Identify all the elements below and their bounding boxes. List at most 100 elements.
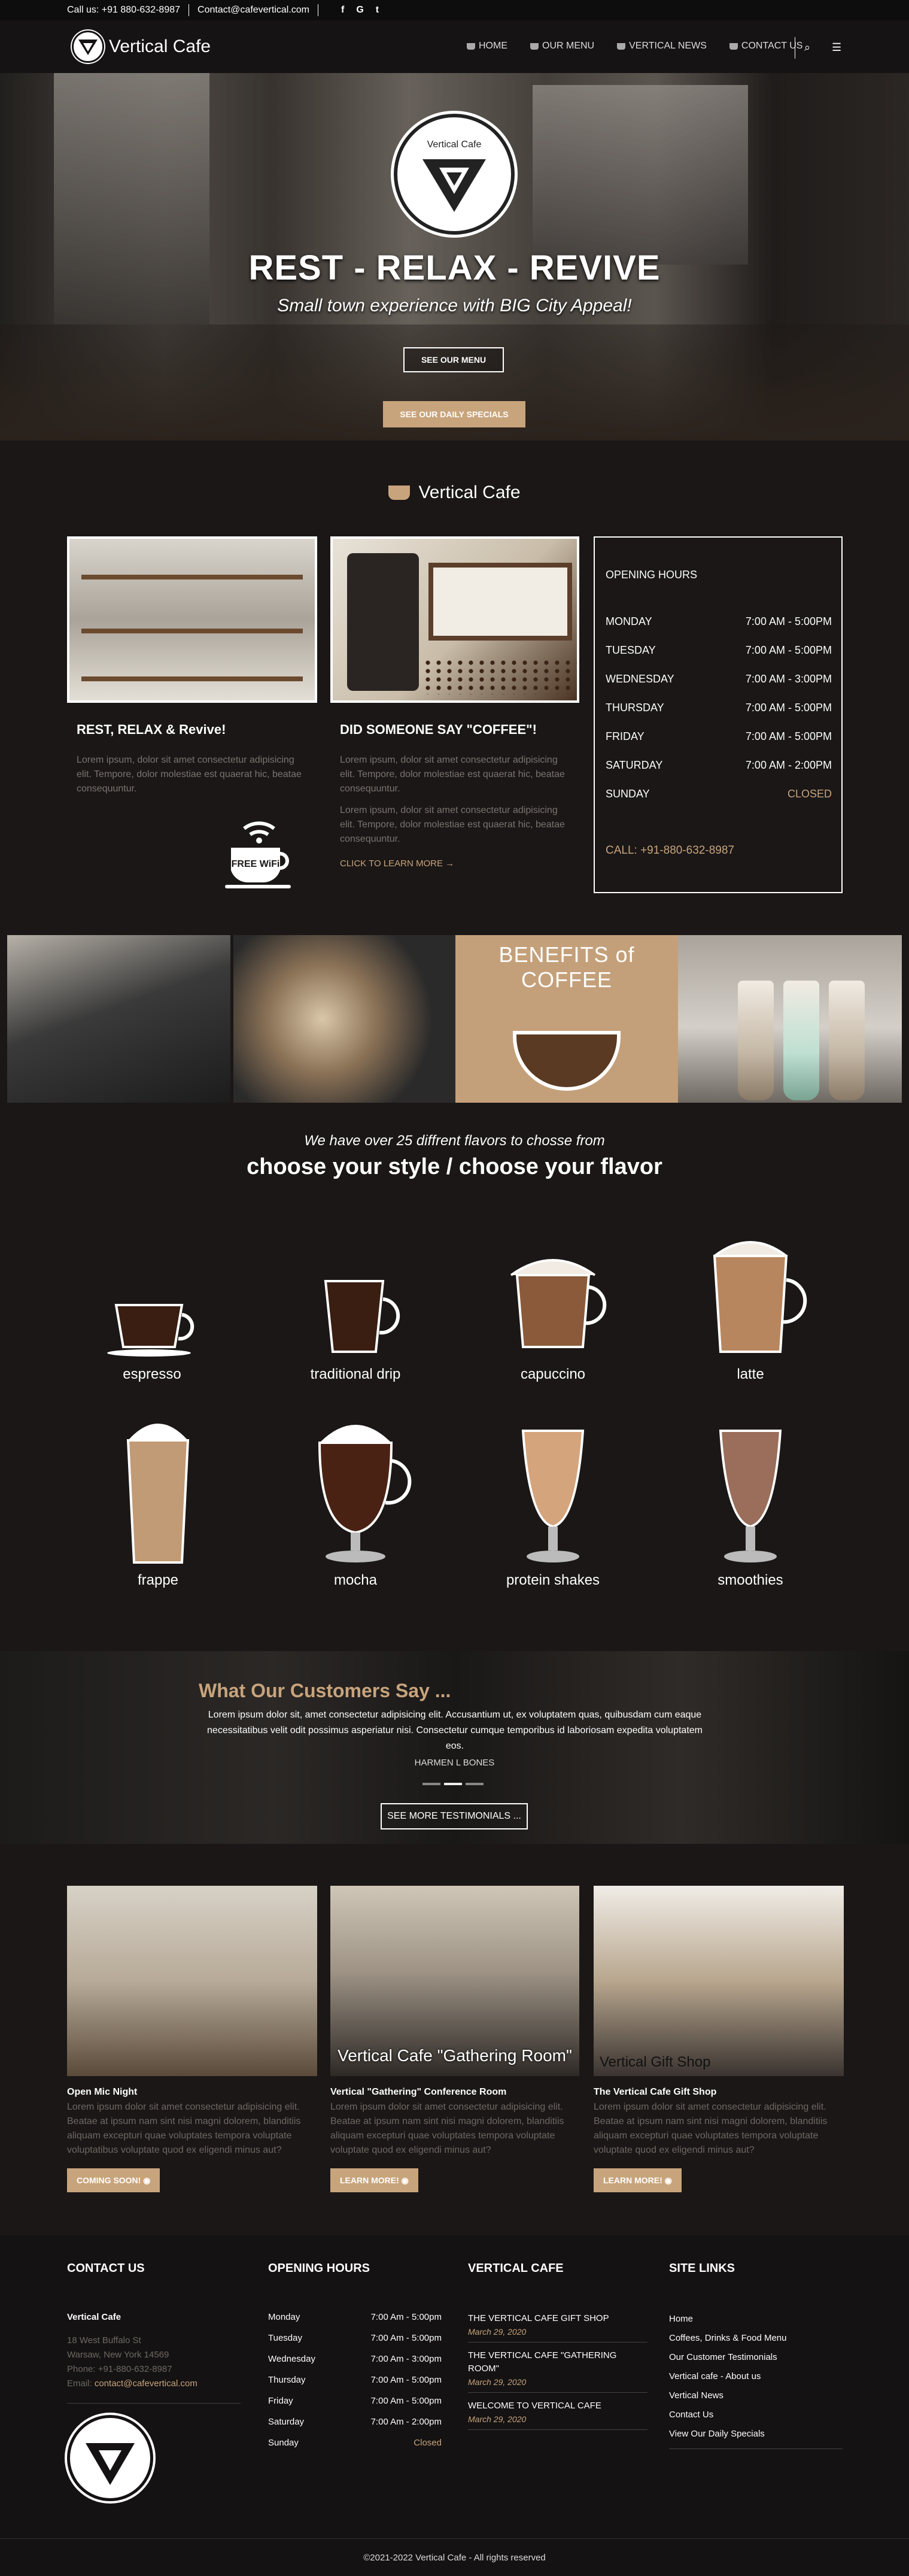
gift-shop-image[interactable]: Vertical Gift Shop — [594, 1886, 844, 2076]
footer-link[interactable]: Contact Us — [669, 2405, 843, 2425]
free-wifi-icon: FREE WiFi — [225, 821, 291, 888]
coffee-mug — [513, 1031, 621, 1091]
footer-link[interactable]: Coffees, Drinks & Food Menu — [669, 2329, 843, 2348]
button-label: LEARN MORE! — [340, 2176, 399, 2185]
nav-item-home[interactable]: HOME — [467, 41, 507, 51]
coffee-beans — [422, 659, 577, 694]
brand-logo[interactable]: Vertical Cafe — [72, 31, 211, 63]
frappe-icon — [126, 1424, 190, 1564]
open-mic-image[interactable] — [67, 1886, 317, 2076]
flavor-label: latte — [737, 1366, 764, 1382]
flavor-latte[interactable]: latte — [685, 1232, 816, 1383]
carousel-dot[interactable] — [422, 1783, 440, 1785]
footer-link[interactable]: View Our Daily Specials — [669, 2425, 843, 2444]
gallery-image-drinks[interactable] — [678, 935, 902, 1103]
search-icon[interactable]: ⌕ — [804, 41, 810, 54]
more-testimonials-button[interactable]: SEE MORE TESTIMONIALS ... — [381, 1803, 528, 1829]
carousel-dot[interactable] — [444, 1783, 462, 1785]
carousel-dot[interactable] — [466, 1783, 484, 1785]
twitter-icon[interactable]: t — [376, 5, 379, 16]
news-item[interactable]: THE VERTICAL CAFE GIFT SHOP March 29, 202… — [468, 2312, 647, 2343]
call-link[interactable]: CALL: +91-880-632-8987 — [606, 844, 734, 857]
copyright: ©2021-2022 Vertical Cafe - All rights re… — [0, 2538, 909, 2576]
flavor-mocha[interactable]: mocha — [290, 1413, 421, 1589]
footer-hours-row: Tuesday 7:00 Am - 5:00pm — [268, 2333, 442, 2343]
event-heading: Vertical "Gathering" Conference Room — [330, 2087, 507, 2097]
flavor-protein-shakes[interactable]: protein shakes — [487, 1425, 619, 1589]
hamburger-icon[interactable]: ☰ — [832, 41, 841, 54]
footer-heading: SITE LINKS — [669, 2262, 735, 2275]
footer-hours-row: Monday 7:00 Am - 5:00pm — [268, 2312, 442, 2322]
protein-shake-icon — [521, 1430, 585, 1562]
nav-label: CONTACT US — [741, 41, 803, 51]
divider — [67, 2403, 241, 2404]
footer-hours-row: Wednesday 7:00 Am - 3:00pm — [268, 2354, 442, 2364]
flavor-espresso[interactable]: espresso — [86, 1281, 218, 1383]
hours-row: SUNDAY CLOSED — [606, 788, 832, 800]
hours-row: FRIDAY 7:00 AM - 5:00PM — [606, 730, 832, 742]
footer-link[interactable]: Home — [669, 2310, 843, 2329]
nav-label: OUR MENU — [542, 41, 595, 51]
footer-heading: CONTACT US — [67, 2262, 145, 2275]
logo-icon — [72, 31, 104, 63]
event-heading: The Vertical Cafe Gift Shop — [594, 2087, 717, 2097]
footer-hours-row: Friday 7:00 Am - 5:00pm — [268, 2396, 442, 2406]
learn-more-link[interactable]: CLICK TO LEARN MORE → — [340, 858, 454, 869]
shelf — [81, 629, 303, 633]
flavor-label: smoothies — [718, 1572, 783, 1588]
flavor-smoothies[interactable]: smoothies — [685, 1425, 816, 1589]
facebook-icon[interactable]: f — [341, 5, 344, 16]
testimonials-section: What Our Customers Say ... Lorem ipsum d… — [0, 1651, 909, 1844]
social-links: f G t — [341, 5, 379, 16]
flavor-capuccino[interactable]: capuccino — [487, 1251, 619, 1383]
footer-link[interactable]: Vertical cafe - About us — [669, 2367, 843, 2386]
card-heading: REST, RELAX & Revive! — [77, 722, 226, 737]
footer-heading: OPENING HOURS — [268, 2262, 370, 2275]
cup-icon — [617, 43, 626, 50]
cup-icon — [530, 43, 539, 50]
event-text: Lorem ipsum dolor sit amet consectetur a… — [330, 2102, 564, 2155]
benefits-text: BENEFITS of COFFEE — [498, 942, 635, 992]
flavor-drip[interactable]: traditional drip — [290, 1275, 421, 1383]
hours-row: MONDAY 7:00 AM - 5:00PM — [606, 615, 832, 627]
footer-address: 18 West Buffalo St — [67, 2335, 141, 2346]
coming-soon-button[interactable]: COMING SOON! ◉ — [67, 2168, 160, 2192]
carousel-dots — [422, 1783, 484, 1785]
news-date: March 29, 2020 — [468, 2414, 527, 2424]
learn-more-button[interactable]: LEARN MORE! ◉ — [594, 2168, 682, 2192]
card-text: Lorem ipsum, dolor sit amet consectetur … — [77, 755, 302, 794]
flavors-subtitle: We have over 25 diffrent flavors to chos… — [304, 1133, 605, 1149]
footer-address: Warsaw, New York 14569 — [67, 2350, 169, 2360]
footer-hours-row: Saturday 7:00 Am - 2:00pm — [268, 2417, 442, 2427]
see-menu-button[interactable]: SEE OUR MENU — [403, 347, 504, 372]
footer-link[interactable]: Our Customer Testimonials — [669, 2348, 843, 2367]
nav-item-menu[interactable]: OUR MENU — [530, 41, 594, 51]
news-date: March 29, 2020 — [468, 2377, 527, 2387]
wifi-label: FREE WiFi — [232, 859, 280, 869]
nav-label: VERTICAL NEWS — [629, 41, 707, 51]
nav-item-news[interactable]: VERTICAL NEWS — [617, 41, 707, 51]
hours-row: THURSDAY 7:00 AM - 5:00PM — [606, 702, 832, 714]
gallery-image-food[interactable] — [233, 935, 455, 1103]
footer-logo[interactable] — [67, 2415, 153, 2501]
gallery-image-benefits[interactable]: BENEFITS of COFFEE — [455, 935, 678, 1103]
google-icon[interactable]: G — [356, 5, 363, 16]
card-text: Lorem ipsum, dolor sit amet consectetur … — [340, 805, 565, 844]
footer-link[interactable]: Vertical News — [669, 2386, 843, 2405]
card-text: Lorem ipsum, dolor sit amet consectetur … — [340, 755, 565, 794]
learn-more-button[interactable]: LEARN MORE! ◉ — [330, 2168, 418, 2192]
daily-specials-button[interactable]: SEE OUR DAILY SPECIALS — [383, 401, 525, 427]
gallery-image-mug[interactable] — [7, 935, 230, 1103]
drip-coffee-icon — [324, 1280, 400, 1353]
news-item[interactable]: THE VERTICAL CAFE "GATHERING ROOM" March … — [468, 2349, 647, 2393]
event-heading: Open Mic Night — [67, 2087, 138, 2097]
brand-name: Vertical Cafe — [109, 37, 211, 56]
news-item[interactable]: WELCOME TO VERTICAL CAFE March 29, 2020 — [468, 2399, 647, 2430]
image-caption: Vertical Cafe "Gathering Room" — [338, 2046, 572, 2065]
main-nav: Vertical Cafe HOME OUR MENU VERTICAL NEW… — [0, 20, 909, 73]
email-link[interactable]: Contact@cafevertical.com — [197, 5, 309, 16]
conference-room-image[interactable]: Vertical Cafe "Gathering Room" — [330, 1886, 579, 2076]
footer-email-link[interactable]: contact@cafevertical.com — [95, 2378, 197, 2389]
nav-item-contact[interactable]: CONTACT US — [729, 41, 803, 51]
flavor-frappe[interactable]: frappe — [92, 1413, 224, 1589]
